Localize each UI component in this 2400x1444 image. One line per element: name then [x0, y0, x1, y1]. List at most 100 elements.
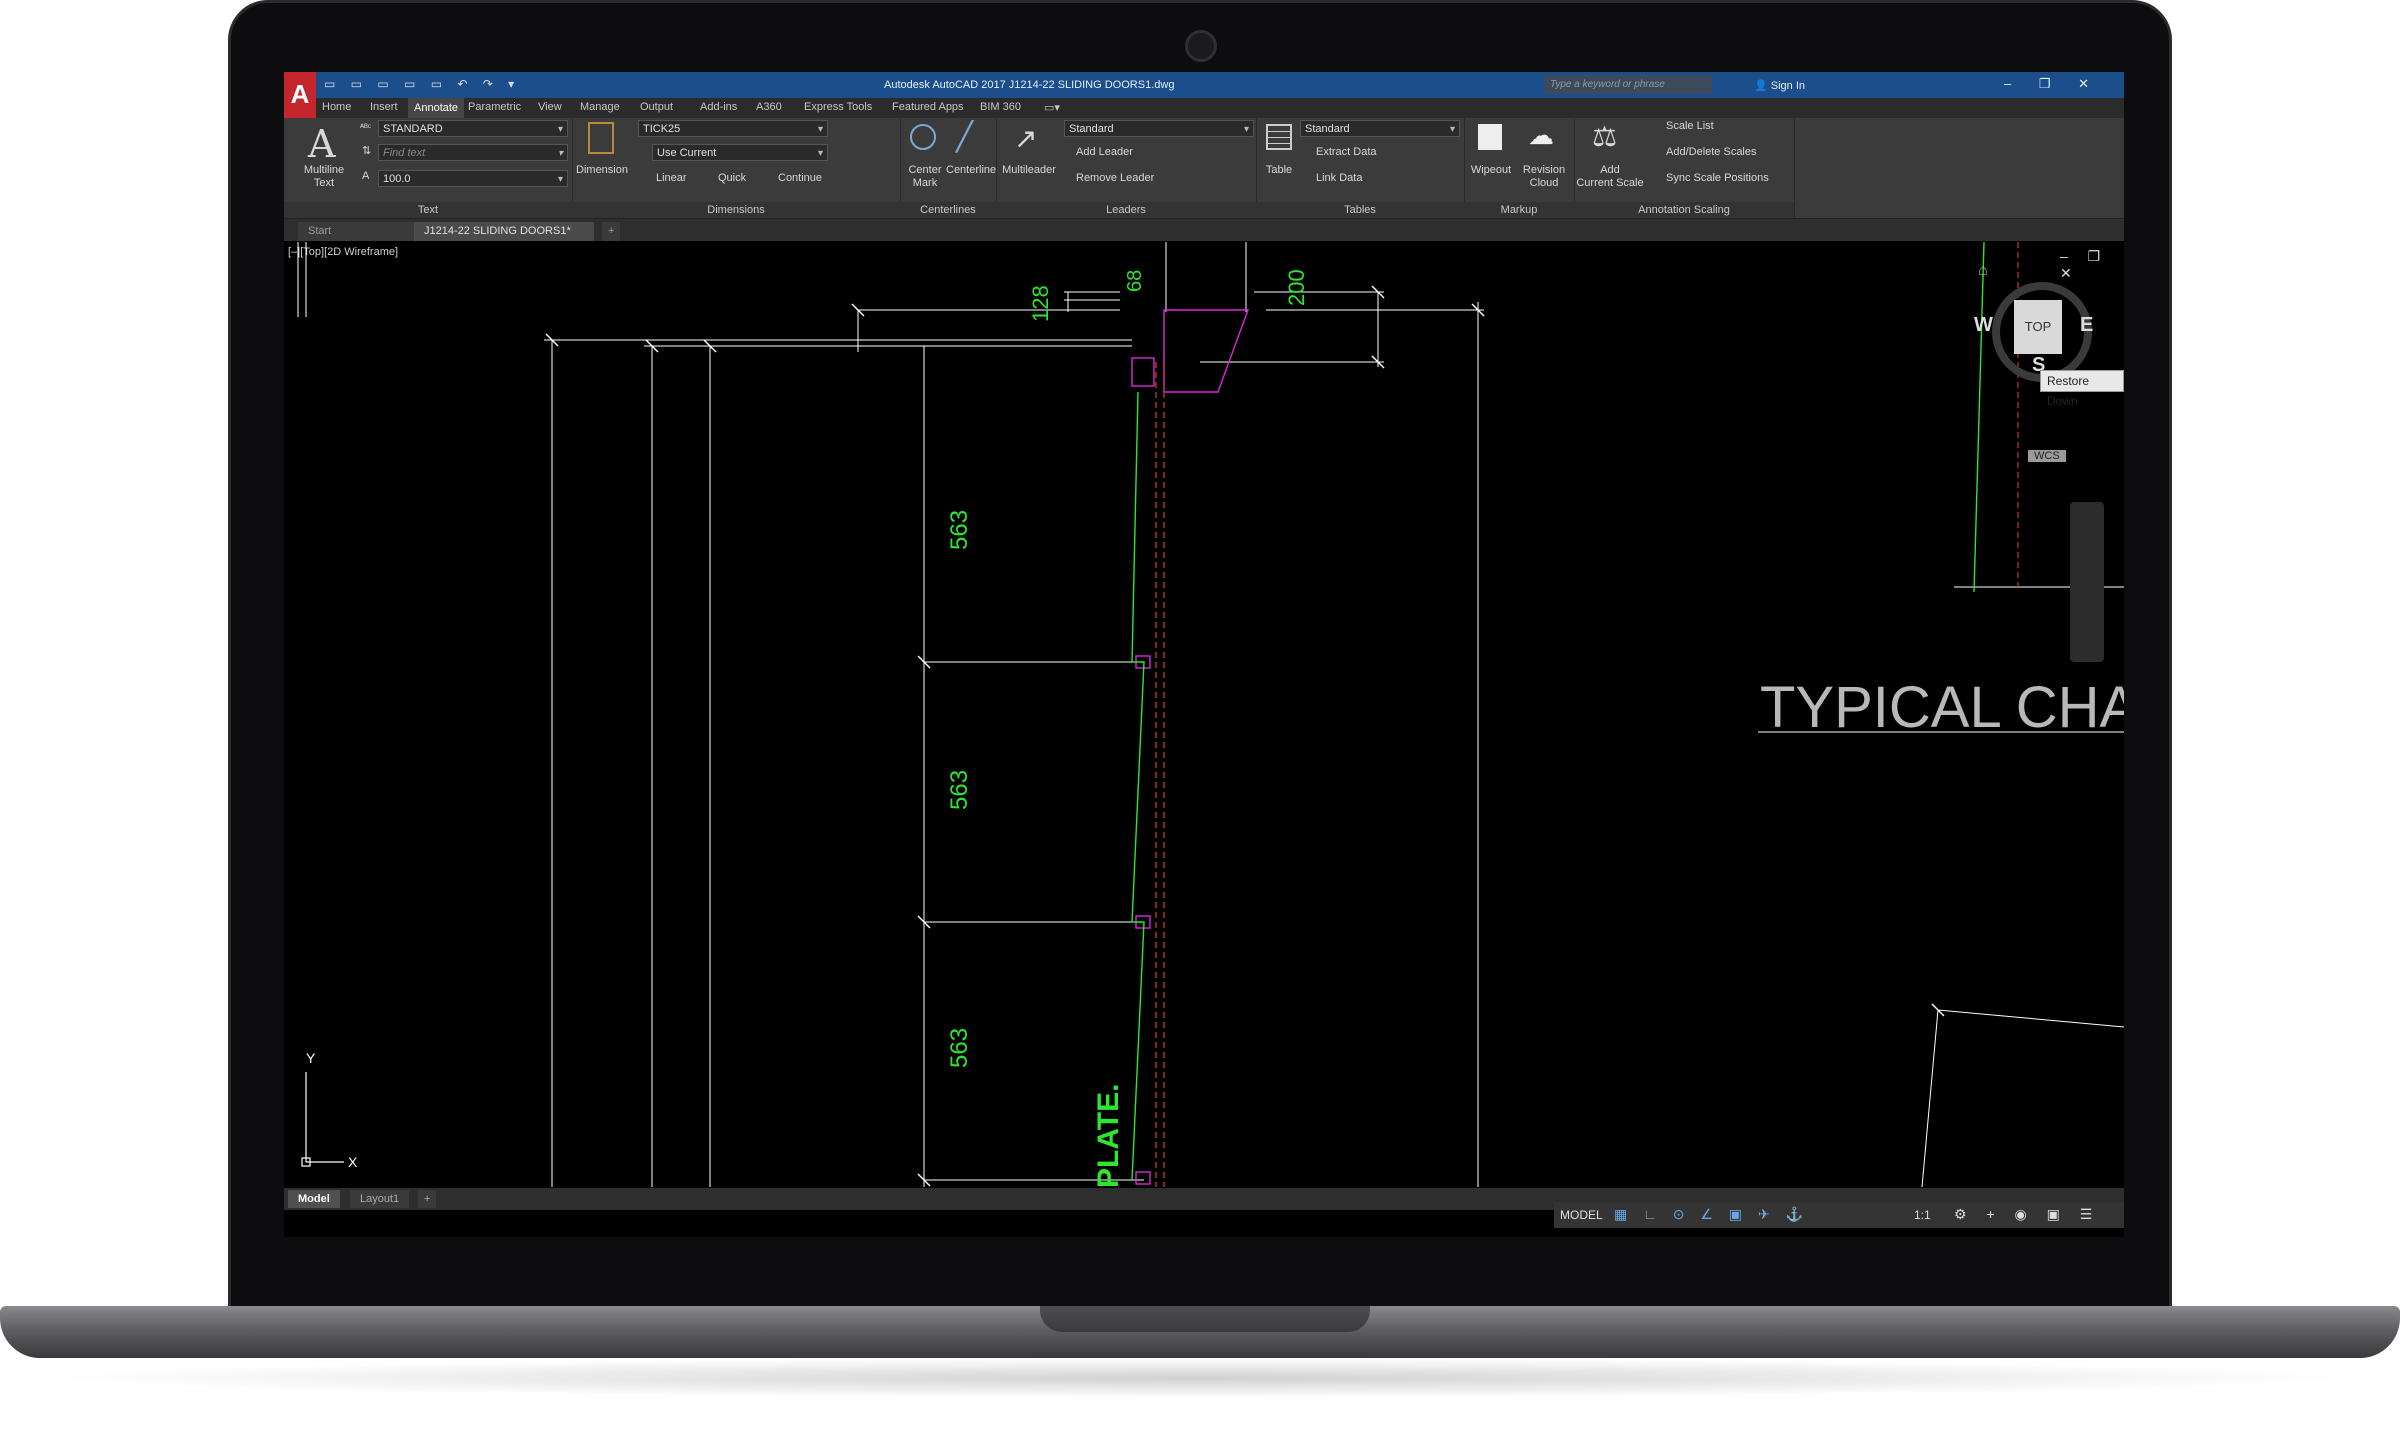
panel-dimensions: Dimension TICK25 Use Current Linear Quic… — [572, 118, 901, 218]
dim-text-68: 68 — [1124, 269, 1146, 292]
centerline-icon[interactable]: ╱ — [956, 120, 973, 153]
panel-title-markup[interactable]: Markup — [1464, 202, 1574, 218]
remove-leader-button[interactable]: Remove Leader — [1076, 172, 1154, 185]
tab-add-ins[interactable]: Add-ins — [700, 101, 737, 113]
viewcube-west[interactable]: W — [1974, 314, 1993, 337]
fixing-c — [1135, 1171, 1151, 1185]
quick-button[interactable]: Quick — [718, 172, 746, 185]
panel-title-leaders[interactable]: Leaders — [996, 202, 1256, 218]
hanger-bracket — [1163, 309, 1250, 393]
table-label[interactable]: Table — [1256, 164, 1302, 177]
continue-button[interactable]: Continue — [778, 172, 822, 185]
wipeout-icon[interactable] — [1478, 124, 1502, 150]
panel-title-tables[interactable]: Tables — [1256, 202, 1464, 218]
table-icon[interactable] — [1266, 124, 1292, 150]
multileader-icon[interactable]: ↗ — [1014, 122, 1037, 155]
text-style-icon: ᴬᴮᶜ — [360, 122, 371, 132]
annotation-scale[interactable]: 1:1 — [1914, 1208, 1931, 1222]
maximize-button[interactable]: ❐ — [2039, 76, 2051, 91]
navigation-bar[interactable] — [2070, 502, 2104, 662]
text-height-select[interactable]: 100.0 — [378, 170, 568, 188]
sign-in-button[interactable]: 👤 Sign In — [1754, 79, 1805, 92]
table-style-select[interactable]: Standard — [1300, 120, 1460, 138]
panel-annotation-scaling: ⚖ Add Current Scale Scale List Add/Delete… — [1574, 118, 1795, 218]
model-tab[interactable]: Model — [288, 1190, 340, 1208]
wcs-button[interactable]: WCS — [2028, 450, 2066, 462]
application-menu-button[interactable]: A — [284, 72, 316, 118]
tab-insert[interactable]: Insert — [370, 101, 398, 113]
extract-data-button[interactable]: Extract Data — [1316, 146, 1377, 159]
ribbon-toggle-icon[interactable]: ▭▾ — [1044, 101, 1060, 114]
multiline-text-icon[interactable]: A — [308, 122, 335, 166]
leader-style-select[interactable]: Standard — [1064, 120, 1254, 138]
scale-list-button[interactable]: Scale List — [1666, 120, 1714, 133]
model-space-button[interactable]: MODEL — [1560, 1208, 1603, 1222]
panel-title-annotation-scaling[interactable]: Annotation Scaling — [1574, 202, 1794, 218]
add-leader-button[interactable]: Add Leader — [1076, 146, 1133, 159]
find-text-input[interactable]: Find text — [378, 144, 568, 162]
home-icon[interactable]: ⌂ — [1978, 262, 1988, 280]
doc-tab-drawing[interactable]: J1214-22 SLIDING DOORS1* — [414, 222, 594, 241]
drafting-toggles[interactable]: ▦ ∟ ⊙ ∠ ▣ ✈ ⚓ — [1614, 1206, 1809, 1223]
panel-leaders: ↗ Multileader Standard Add Leader Remove… — [996, 118, 1257, 218]
panel-text: A MultilineText ᴬᴮᶜ STANDARD ⇅ Find text… — [284, 118, 573, 218]
add-delete-scales-button[interactable]: Add/Delete Scales — [1666, 146, 1757, 159]
dimension-icon[interactable] — [588, 122, 614, 154]
centerline-label[interactable]: Centerline — [946, 164, 996, 177]
panel-title-centerlines[interactable]: Centerlines — [900, 202, 996, 218]
viewport-controls[interactable]: – ❐ ✕ — [2060, 248, 2124, 282]
panel-title-text[interactable]: Text — [284, 202, 572, 218]
panel-markup: ☁ Wipeout Revision Cloud Markup — [1464, 118, 1575, 218]
add-current-scale-label[interactable]: Add Current Scale — [1574, 164, 1646, 190]
revision-cloud-icon[interactable]: ☁ — [1528, 120, 1554, 151]
dimension-label[interactable]: Dimension — [572, 164, 632, 177]
wipeout-label[interactable]: Wipeout — [1464, 164, 1518, 177]
quick-access-toolbar[interactable]: ▭ ▭ ▭ ▭ ▭ ↶ ↷ ▾ — [324, 77, 520, 91]
layout1-tab[interactable]: Layout1 — [350, 1190, 410, 1208]
panel-title-dimensions[interactable]: Dimensions — [572, 202, 900, 218]
viewcube-top-face[interactable]: TOP — [2014, 300, 2062, 354]
tab-annotate[interactable]: Annotate — [408, 98, 465, 118]
tab-output[interactable]: Output — [640, 101, 673, 113]
restore-down-tooltip: Restore Down — [2040, 370, 2124, 408]
tab-parametric[interactable]: Parametric — [468, 101, 521, 113]
sync-scale-positions-button[interactable]: Sync Scale Positions — [1666, 172, 1769, 185]
tab-express-tools[interactable]: Express Tools — [804, 101, 872, 113]
close-button[interactable]: ✕ — [2078, 76, 2089, 91]
dim-text-563-b: 563 — [946, 769, 973, 810]
user-icon: 👤 — [1754, 80, 1768, 92]
tab-view[interactable]: View — [538, 101, 562, 113]
dim-text-563-c: 563 — [946, 1027, 973, 1068]
multileader-label[interactable]: Multileader — [996, 164, 1062, 177]
document-tabs: Start J1214-22 SLIDING DOORS1* + — [284, 219, 2124, 241]
viewcube-east[interactable]: E — [2080, 314, 2093, 337]
dim-style-select[interactable]: TICK25 — [638, 120, 828, 138]
search-input[interactable]: Type a keyword or phrase — [1544, 75, 1712, 94]
new-tab-button[interactable]: + — [602, 222, 621, 241]
status-tools[interactable]: ⚙ + ◉ ▣ ☰ — [1954, 1206, 2100, 1223]
tab-a360[interactable]: A360 — [756, 101, 782, 113]
title-bar: A ▭ ▭ ▭ ▭ ▭ ↶ ↷ ▾ Autodesk AutoCAD 2017 … — [284, 72, 2124, 118]
tab-bim-360[interactable]: BIM 360 — [980, 101, 1021, 113]
center-mark-icon[interactable] — [910, 124, 936, 150]
linear-button[interactable]: Linear — [656, 172, 687, 185]
revision-cloud-label[interactable]: Revision Cloud — [1516, 164, 1572, 190]
tab-manage[interactable]: Manage — [580, 101, 620, 113]
new-layout-button[interactable]: + — [418, 1190, 437, 1208]
right-detail-green — [1973, 242, 1985, 593]
center-mark-label[interactable]: Center Mark — [902, 164, 948, 190]
tab-featured-apps[interactable]: Featured Apps — [892, 101, 964, 113]
drawing-canvas[interactable]: [–][Top][2D Wireframe] 200 128 68 563 56… — [284, 242, 2124, 1188]
multiline-text-label[interactable]: Multiline Text — [292, 164, 356, 190]
sign-in-label: Sign In — [1770, 80, 1806, 92]
dim-layer-select[interactable]: Use Current — [652, 144, 828, 162]
doc-tab-start[interactable]: Start — [298, 222, 414, 241]
link-data-button[interactable]: Link Data — [1316, 172, 1362, 185]
window-controls[interactable]: – ❐ ✕ — [2004, 76, 2089, 92]
text-style-select[interactable]: STANDARD — [378, 120, 568, 138]
tab-home[interactable]: Home — [322, 101, 351, 113]
minimize-button[interactable]: – — [2004, 76, 2011, 91]
add-current-scale-icon[interactable]: ⚖ — [1592, 120, 1617, 153]
laptop-notch — [1040, 1306, 1370, 1332]
plate-label: PLATE. — [1092, 1083, 1125, 1188]
